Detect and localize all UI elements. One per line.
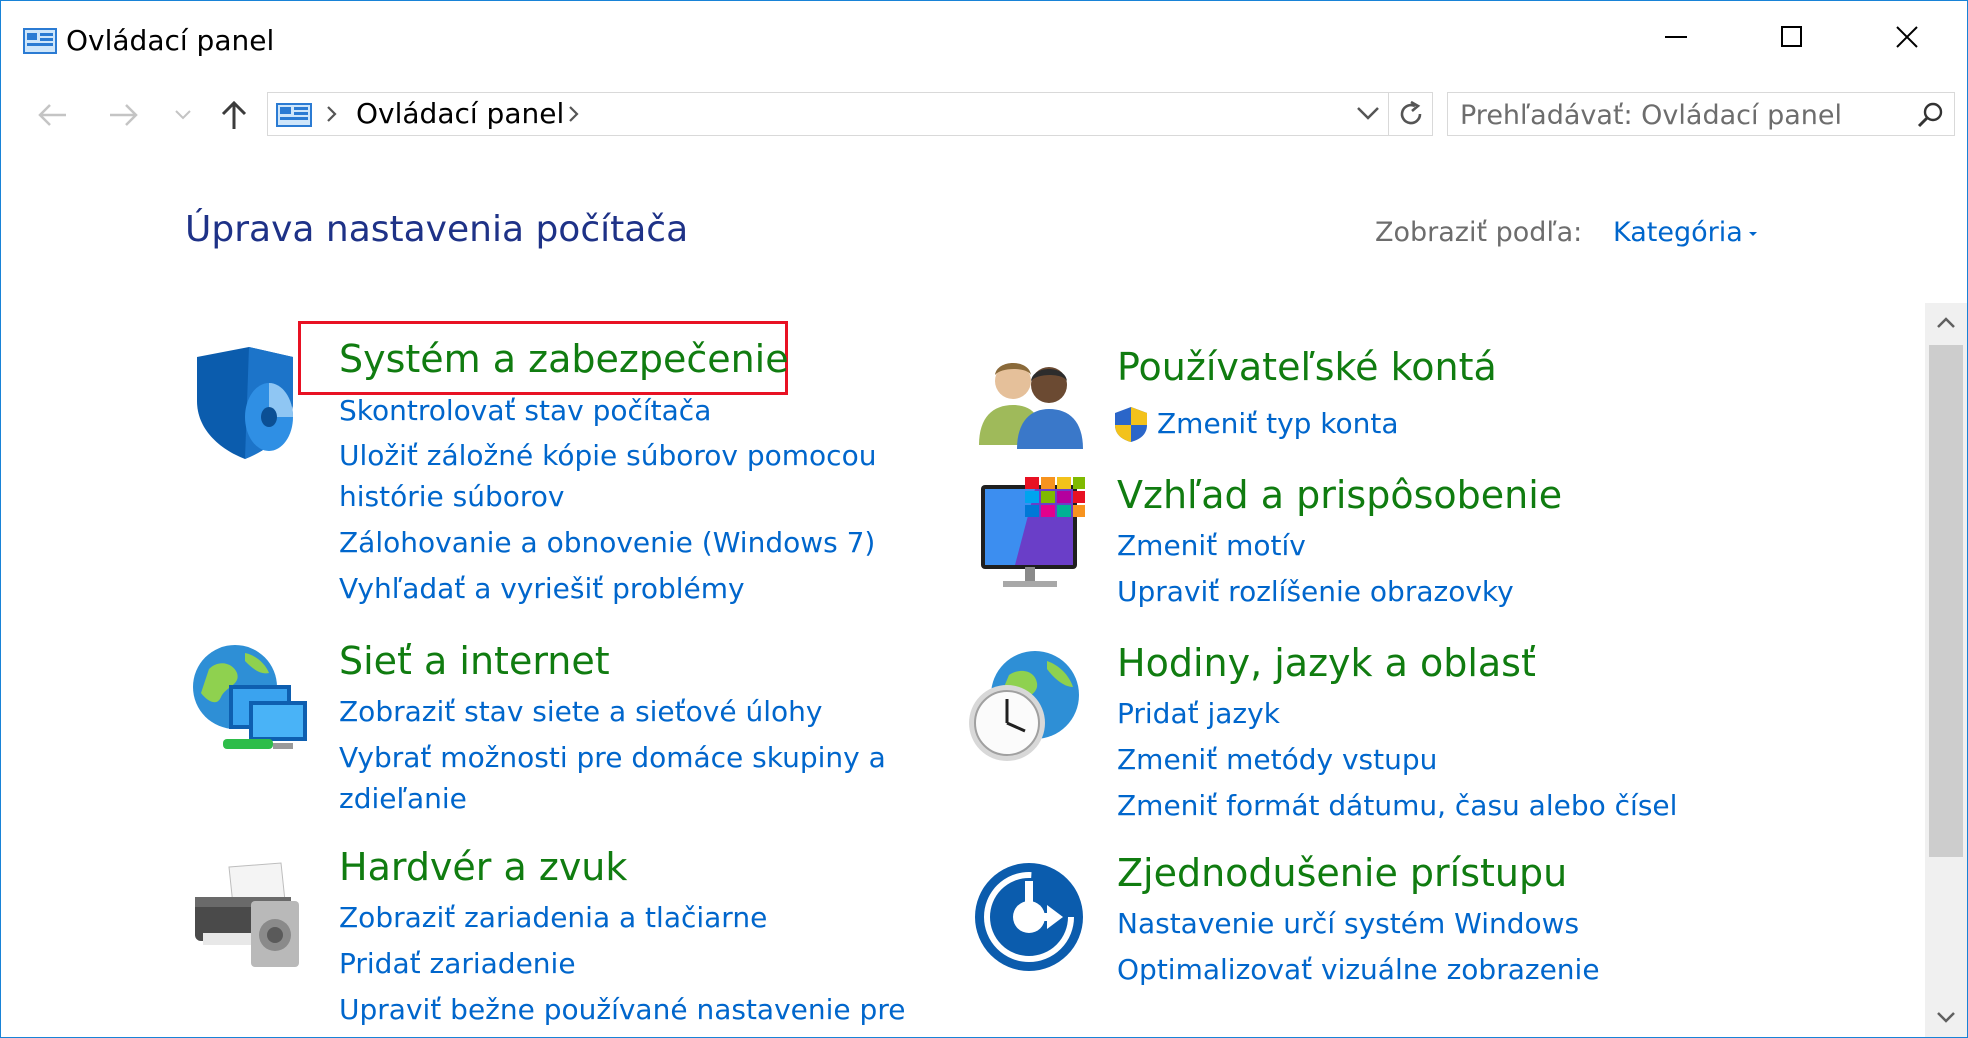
link-windows-suggest-settings[interactable]: Nastavenie určí systém Windows	[1117, 907, 1579, 940]
link-file-history-backup-cont[interactable]: histórie súborov	[339, 480, 564, 513]
scroll-up-button[interactable]	[1925, 303, 1967, 343]
chevron-right-icon[interactable]	[568, 105, 580, 123]
chevron-up-icon	[1937, 317, 1955, 328]
refresh-icon	[1400, 100, 1421, 125]
category-title-system-security[interactable]: Systém a zabezpečenie	[339, 337, 789, 381]
chevron-right-icon[interactable]	[326, 105, 338, 123]
link-homegroup-sharing[interactable]: Vybrať možnosti pre domáce skupiny a	[339, 741, 886, 774]
category-title-appearance[interactable]: Vzhľad a prispôsobenie	[1117, 473, 1562, 517]
view-by-dropdown[interactable]: Kategória	[1613, 217, 1743, 248]
recent-locations-button[interactable]	[165, 93, 201, 137]
uac-shield-icon	[1113, 405, 1149, 447]
user-accounts-icon[interactable]	[977, 353, 1085, 453]
category-title-ease-of-access[interactable]: Zjednodušenie prístupu	[1117, 851, 1567, 895]
link-screen-resolution[interactable]: Upraviť rozlíšenie obrazovky	[1117, 575, 1514, 608]
clock-globe-icon[interactable]	[965, 647, 1085, 771]
link-change-input-methods[interactable]: Zmeniť metódy vstupu	[1117, 743, 1437, 776]
window-title: Ovládací panel	[66, 24, 275, 57]
category-title-clock-language-region[interactable]: Hodiny, jazyk a oblasť	[1117, 641, 1536, 685]
up-arrow-icon	[221, 100, 247, 129]
back-arrow-icon	[38, 104, 66, 126]
maximize-icon	[1780, 26, 1802, 47]
scroll-thumb[interactable]	[1929, 345, 1963, 857]
link-devices-printers[interactable]: Zobraziť zariadenia a tlačiarne	[339, 901, 767, 934]
address-path[interactable]: Ovládací panel	[356, 97, 564, 130]
appearance-icon[interactable]	[975, 475, 1087, 597]
refresh-button[interactable]	[1389, 92, 1433, 136]
control-panel-icon	[276, 103, 312, 127]
search-box[interactable]	[1447, 92, 1955, 136]
page-title: Úprava nastavenia počítača	[185, 209, 689, 250]
link-homegroup-sharing-cont[interactable]: zdieľanie	[339, 782, 467, 815]
link-file-history-backup[interactable]: Uložiť záložné kópie súborov pomocou	[339, 439, 876, 472]
search-input[interactable]	[1458, 97, 1902, 133]
forward-arrow-icon	[110, 104, 138, 126]
link-add-device[interactable]: Pridať zariadenie	[339, 947, 576, 980]
chevron-down-icon	[175, 110, 191, 120]
network-icon[interactable]	[189, 641, 309, 765]
control-panel-icon	[23, 28, 57, 54]
link-network-status[interactable]: Zobraziť stav siete a sieťové úlohy	[339, 695, 822, 728]
link-change-account-type[interactable]: Zmeniť typ konta	[1157, 407, 1399, 440]
chevron-down-icon[interactable]	[1356, 105, 1380, 121]
link-troubleshoot[interactable]: Vyhľadať a vyriešiť problémy	[339, 572, 745, 605]
search-button[interactable]	[1916, 101, 1944, 133]
printer-icon[interactable]	[189, 861, 309, 975]
caret-down-icon[interactable]	[1748, 231, 1758, 237]
category-title-user-accounts[interactable]: Používateľské kontá	[1117, 345, 1497, 389]
link-check-computer-status[interactable]: Skontrolovať stav počítača	[339, 394, 711, 427]
chevron-down-icon	[1937, 1012, 1955, 1023]
up-button[interactable]	[213, 93, 255, 137]
title-bar[interactable]: Ovládací panel	[1, 1, 1967, 73]
category-title-hardware-sound[interactable]: Hardvér a zvuk	[339, 845, 627, 889]
shield-icon[interactable]	[193, 345, 305, 465]
link-add-language[interactable]: Pridať jazyk	[1117, 697, 1280, 730]
scroll-down-button[interactable]	[1925, 997, 1967, 1037]
link-optimize-visual-display[interactable]: Optimalizovať vizuálne zobrazenie	[1117, 953, 1600, 986]
view-by-label: Zobraziť podľa:	[1375, 217, 1583, 248]
close-button[interactable]	[1849, 1, 1964, 73]
link-backup-restore-win7[interactable]: Zálohovanie a obnovenie (Windows 7)	[339, 526, 875, 559]
close-icon	[1895, 26, 1918, 48]
minimize-button[interactable]	[1619, 1, 1734, 73]
link-change-date-time-format[interactable]: Zmeniť formát dátumu, času alebo čísel	[1117, 789, 1677, 822]
control-panel-window: Ovládací panel Ovládací panel Prehľadáva…	[0, 0, 1968, 1038]
maximize-button[interactable]	[1734, 1, 1849, 73]
minimize-icon	[1664, 36, 1687, 38]
back-button[interactable]	[31, 93, 73, 137]
forward-button[interactable]	[103, 93, 145, 137]
address-bar[interactable]: Ovládací panel	[267, 92, 1389, 136]
link-common-settings[interactable]: Upraviť bežne používané nastavenie pre	[339, 993, 905, 1026]
ease-of-access-icon[interactable]	[973, 861, 1085, 977]
vertical-scrollbar[interactable]	[1925, 303, 1967, 1037]
link-change-theme[interactable]: Zmeniť motív	[1117, 529, 1306, 562]
search-icon	[1917, 102, 1943, 128]
category-title-network-internet[interactable]: Sieť a internet	[339, 639, 610, 683]
